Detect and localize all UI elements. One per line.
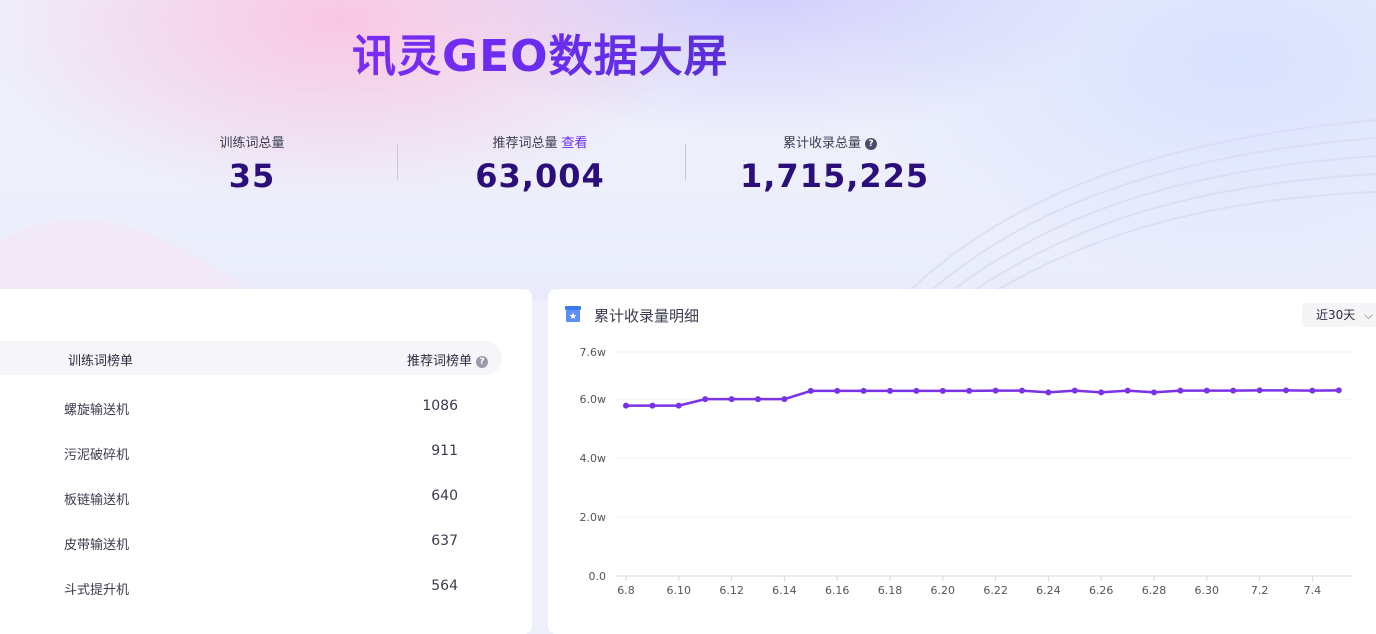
data-point [992, 387, 999, 394]
ranking-header: 训练词榜单 推荐词榜单? [0, 341, 502, 375]
ranking-row[interactable]: 板链输送机 640 [0, 483, 502, 513]
data-point [702, 396, 709, 403]
ranking-row-value: 637 [431, 533, 458, 549]
data-point [1151, 389, 1157, 396]
data-point [834, 387, 841, 394]
y-tick-label: 6.0w [580, 393, 607, 406]
data-point [887, 387, 893, 394]
data-point [1177, 387, 1184, 394]
header-banner: 讯灵GEO数据大屏 训练词总量 35 推荐词总量 查看 63,004 累计收录总量… [0, 0, 1376, 300]
ranking-row-name: 螺旋输送机 [64, 403, 130, 418]
ranking-row[interactable]: 污泥破碎机 911 [0, 438, 502, 468]
data-point [1230, 387, 1237, 394]
stat-value: 63,004 [475, 157, 605, 195]
help-icon[interactable]: ? [476, 355, 488, 368]
data-point [781, 396, 788, 403]
col-recommend-label: 推荐词榜单 [406, 354, 472, 369]
stat-label: 训练词总量 [192, 132, 312, 151]
data-point [1045, 389, 1052, 396]
data-point [1098, 389, 1105, 396]
x-tick-label: 6.18 [878, 584, 903, 597]
view-link[interactable]: 查看 [562, 136, 588, 151]
ranking-row-value: 911 [431, 443, 458, 459]
indexed-detail-card: 累计收录量明细 近30天 ⌵ 0.0 2.0w 4.0w 6.0w 7.6w 6.8 6.1… [548, 289, 1376, 634]
x-tick-label: 6.16 [825, 584, 850, 597]
ranking-row-value: 564 [431, 578, 458, 594]
col-recommend-ranking[interactable]: 推荐词榜单? [407, 350, 488, 369]
stat-value: 1,715,225 [740, 157, 930, 195]
ranking-row-value: 640 [431, 488, 458, 504]
data-point [1283, 387, 1289, 394]
col-train-ranking[interactable]: 训练词榜单 [68, 350, 133, 369]
data-point [1071, 387, 1078, 394]
ranking-row-value: 1086 [422, 398, 458, 414]
data-point [1124, 387, 1131, 394]
x-tick-label: 6.20 [931, 584, 956, 597]
x-tick-label: 6.30 [1195, 584, 1220, 597]
x-tick-label: 6.10 [667, 584, 692, 597]
ranking-row-name: 板链输送机 [64, 493, 130, 508]
ranking-row-name: 污泥破碎机 [64, 448, 130, 463]
x-tick-label: 6.12 [719, 584, 744, 597]
ranking-row[interactable]: 斗式提升机 564 [0, 573, 502, 603]
stat-label: 累计收录总量? [740, 132, 920, 151]
stat-divider [685, 144, 686, 180]
data-point [623, 402, 629, 409]
data-point [1203, 387, 1210, 394]
ranking-row[interactable]: 皮带输送机 637 [0, 528, 502, 558]
stat-training-words: 训练词总量 35 [192, 132, 312, 195]
x-tick-label: 6.26 [1089, 584, 1114, 597]
x-tick-label: 6.28 [1142, 584, 1167, 597]
data-point [1256, 387, 1263, 394]
data-point [1309, 387, 1316, 394]
stat-value: 35 [228, 157, 276, 195]
y-tick-label: 7.6w [580, 346, 607, 359]
data-point [939, 387, 946, 394]
y-tick-label: 4.0w [580, 452, 607, 465]
data-point [1019, 387, 1025, 394]
line-chart: 0.0 2.0w 4.0w 6.0w 7.6w 6.8 6.10 6.12 6.14 6.16 6.… [580, 346, 1353, 597]
stat-divider [397, 144, 398, 180]
x-tick-label: 6.22 [983, 584, 1008, 597]
ranking-row-name: 斗式提升机 [64, 583, 130, 598]
x-tick-label: 6.8 [617, 584, 635, 597]
stat-label-text: 累计收录总量 [782, 136, 861, 151]
ranking-row[interactable]: 螺旋输送机 1086 [0, 393, 502, 423]
x-tick-label: 7.2 [1251, 584, 1269, 597]
data-point [649, 402, 656, 409]
stat-label-text: 推荐词总量 [492, 136, 558, 151]
x-tick-label: 6.24 [1036, 584, 1061, 597]
x-tick-label: 7.4 [1304, 584, 1322, 597]
ranking-card: 训练词榜单 推荐词榜单? 螺旋输送机 1086 污泥破碎机 911 板链输送机 … [0, 289, 532, 634]
ranking-row-name: 皮带输送机 [64, 538, 130, 553]
stat-recommend-words: 推荐词总量 查看 63,004 [470, 132, 610, 195]
stat-label: 推荐词总量 查看 [470, 132, 610, 151]
page-title: 讯灵GEO数据大屏 [352, 20, 729, 84]
data-point [728, 396, 735, 403]
data-point [1335, 387, 1342, 394]
data-point [913, 387, 920, 394]
help-icon[interactable]: ? [865, 137, 877, 150]
data-point [755, 396, 761, 403]
y-tick-label: 2.0w [580, 511, 607, 524]
data-point [675, 402, 682, 409]
data-point [860, 387, 867, 394]
y-tick-label: 0.0 [589, 570, 607, 583]
stat-total-indexed: 累计收录总量? 1,715,225 [740, 132, 930, 195]
data-point [966, 387, 973, 394]
data-point [807, 387, 814, 394]
x-tick-label: 6.14 [772, 584, 797, 597]
stat-label-text: 训练词总量 [219, 136, 285, 151]
